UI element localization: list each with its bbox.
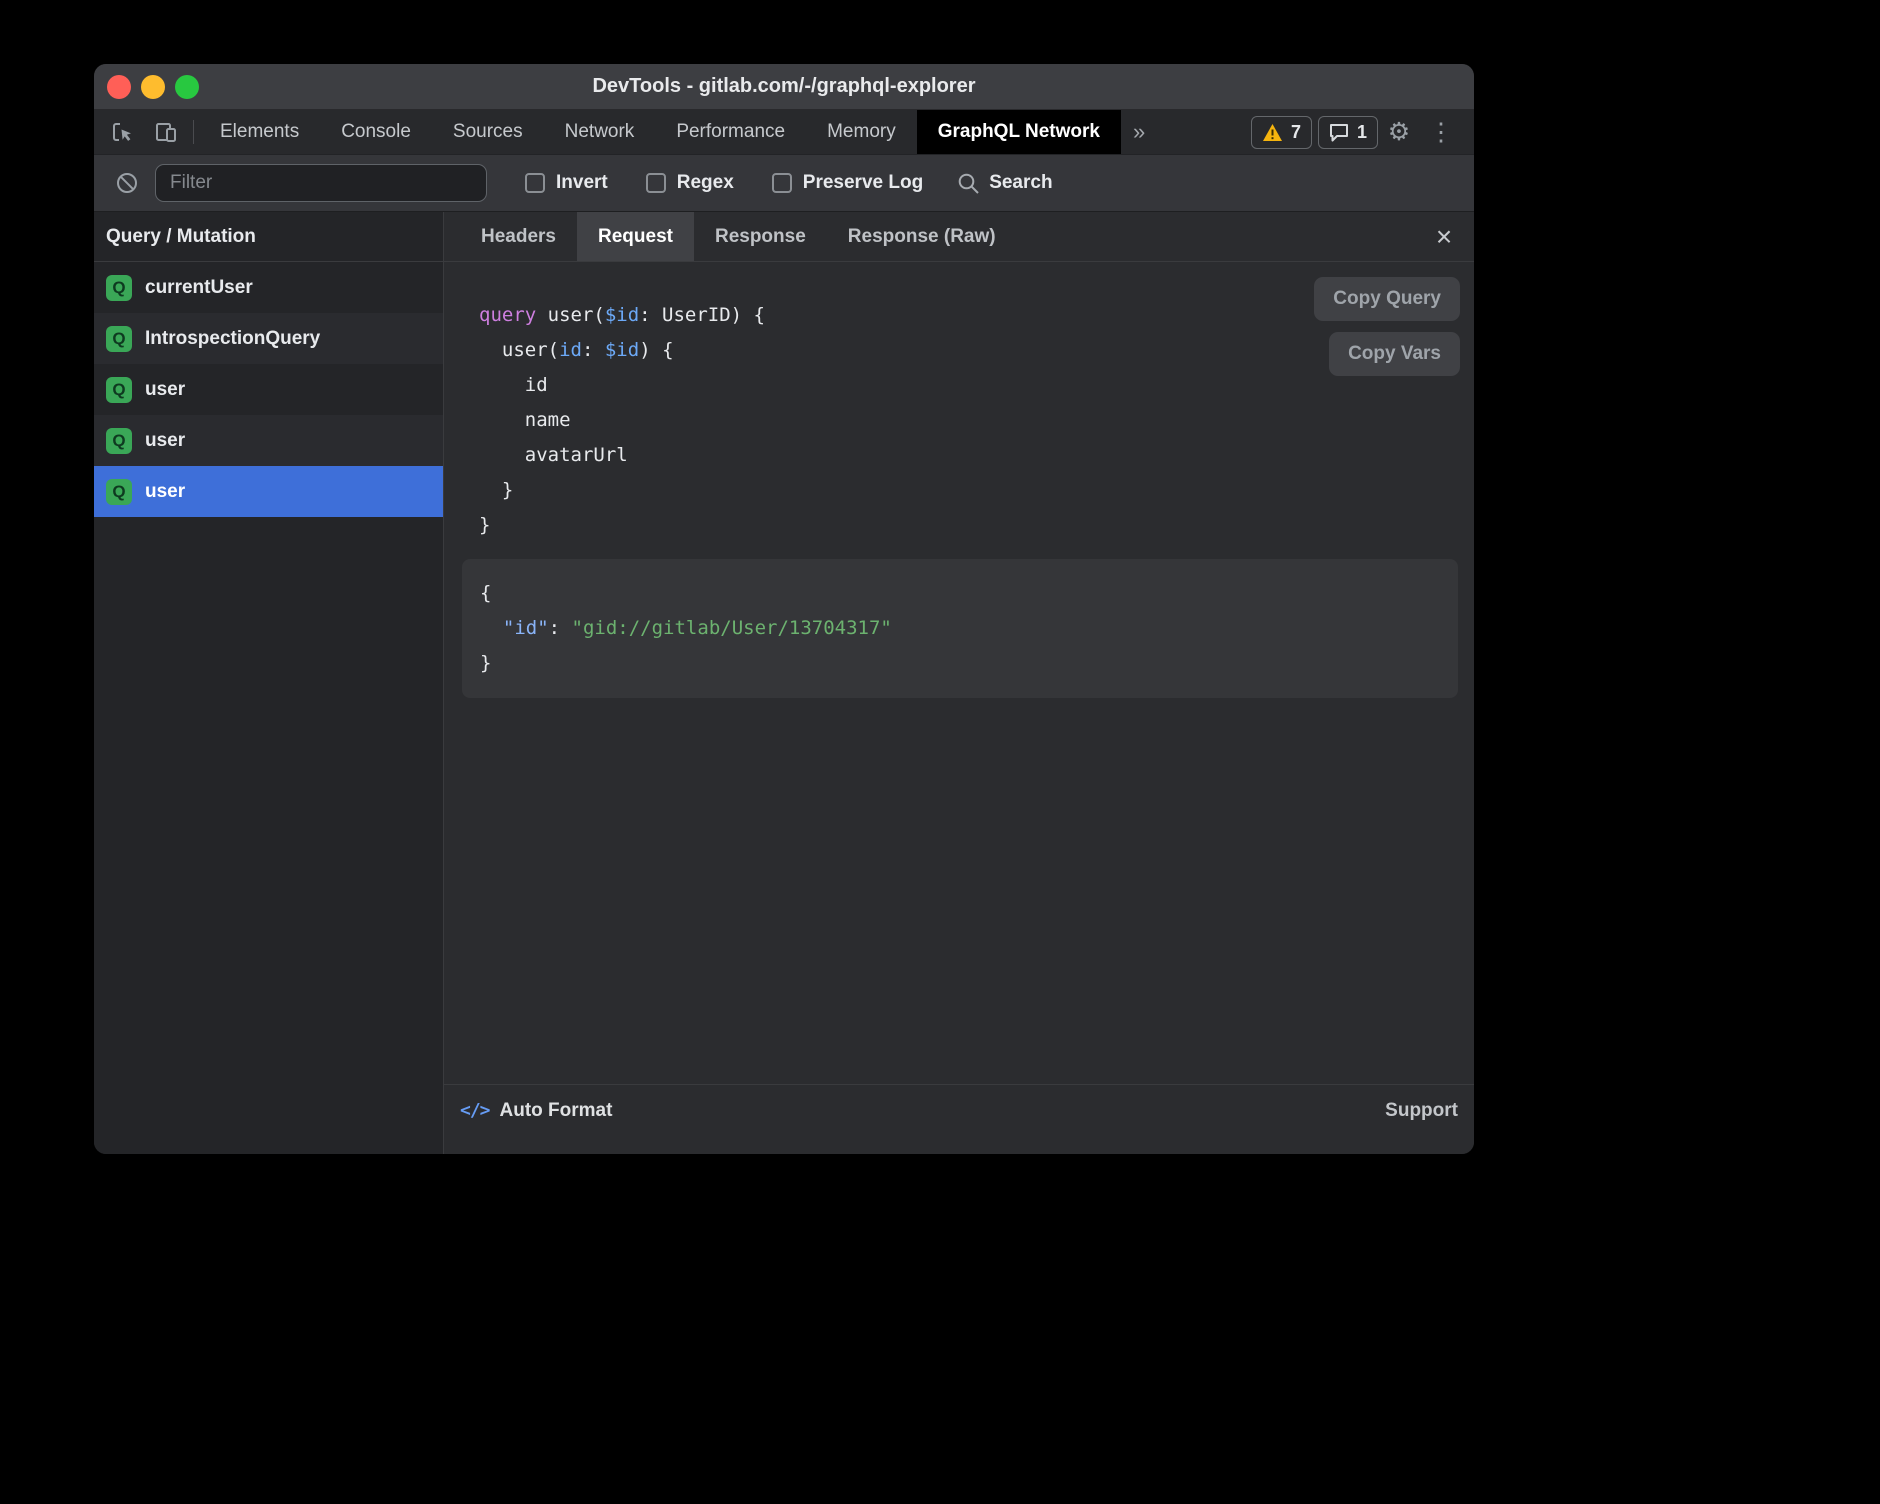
copy-query-button[interactable]: Copy Query xyxy=(1314,277,1460,321)
filter-input[interactable] xyxy=(155,164,487,202)
query-sidebar: Query / Mutation Q currentUser Q Introsp… xyxy=(94,212,444,1154)
auto-format-button[interactable]: Auto Format xyxy=(500,1100,613,1122)
inspect-icon xyxy=(109,119,135,145)
query-badge: Q xyxy=(106,428,132,454)
window-titlebar[interactable]: DevTools - gitlab.com/-/graphql-explorer xyxy=(94,64,1474,110)
query-badge: Q xyxy=(106,326,132,352)
traffic-lights xyxy=(94,75,199,99)
issues-count: 1 xyxy=(1357,122,1367,143)
query-list-item[interactable]: Q currentUser xyxy=(94,262,443,313)
clear-button[interactable] xyxy=(112,171,142,195)
query-badge: Q xyxy=(106,479,132,505)
request-query-code: query user($id: UserID) { user(id: $id) … xyxy=(462,298,1458,543)
traffic-light-close[interactable] xyxy=(107,75,131,99)
more-tabs-button[interactable]: » xyxy=(1121,110,1157,154)
query-list-item-selected[interactable]: Q user xyxy=(94,466,443,517)
chat-bubble-icon xyxy=(1329,123,1349,142)
checkbox-invert-label: Invert xyxy=(556,172,608,194)
copy-vars-button[interactable]: Copy Vars xyxy=(1329,332,1460,376)
warnings-badge[interactable]: 7 xyxy=(1251,116,1312,149)
checkbox-preserve-log[interactable]: Preserve Log xyxy=(772,172,923,194)
tab-performance[interactable]: Performance xyxy=(655,110,806,154)
traffic-light-zoom[interactable] xyxy=(175,75,199,99)
tab-sources[interactable]: Sources xyxy=(432,110,544,154)
close-icon: × xyxy=(1436,221,1452,253)
warnings-count: 7 xyxy=(1291,122,1301,143)
traffic-light-minimize[interactable] xyxy=(141,75,165,99)
checkbox-preserve-log-label: Preserve Log xyxy=(803,172,923,194)
tab-request[interactable]: Request xyxy=(577,212,694,261)
detail-pane: Headers Request Response Response (Raw) … xyxy=(444,212,1474,1154)
checkbox-regex-label: Regex xyxy=(677,172,734,194)
settings-button[interactable]: ⚙ xyxy=(1378,111,1420,153)
devtools-tabstrip: Elements Console Sources Network Perform… xyxy=(94,110,1474,155)
query-list-item[interactable]: Q user xyxy=(94,364,443,415)
block-icon xyxy=(115,171,139,195)
more-options-button[interactable]: ⋮ xyxy=(1420,111,1462,153)
device-toolbar-icon xyxy=(154,120,178,144)
query-list-item[interactable]: Q IntrospectionQuery xyxy=(94,313,443,364)
query-item-label: user xyxy=(145,481,185,503)
query-badge: Q xyxy=(106,275,132,301)
query-item-label: user xyxy=(145,430,185,452)
tab-headers[interactable]: Headers xyxy=(460,212,577,261)
code-icon: </> xyxy=(460,1100,490,1121)
tab-graphql-network[interactable]: GraphQL Network xyxy=(917,110,1121,154)
tabstrip-divider xyxy=(193,120,194,144)
tab-console[interactable]: Console xyxy=(320,110,432,154)
kebab-menu-icon: ⋮ xyxy=(1429,117,1454,147)
inspect-button[interactable] xyxy=(100,110,144,154)
checkbox-regex[interactable]: Regex xyxy=(646,172,734,194)
checkbox-regex-box[interactable] xyxy=(646,173,666,193)
warning-icon xyxy=(1262,123,1283,142)
chevron-overflow-icon: » xyxy=(1133,119,1145,145)
query-badge: Q xyxy=(106,377,132,403)
tab-elements[interactable]: Elements xyxy=(199,110,320,154)
query-list-item[interactable]: Q user xyxy=(94,415,443,466)
tab-memory[interactable]: Memory xyxy=(806,110,917,154)
tab-response[interactable]: Response xyxy=(694,212,827,261)
search-label: Search xyxy=(989,172,1052,194)
tab-network[interactable]: Network xyxy=(544,110,656,154)
search-toggle[interactable]: Search xyxy=(957,172,1052,195)
sidebar-header: Query / Mutation xyxy=(94,212,443,262)
query-item-label: user xyxy=(145,379,185,401)
gear-icon: ⚙ xyxy=(1388,117,1410,147)
support-link[interactable]: Support xyxy=(1385,1100,1458,1122)
status-badges: 7 1 xyxy=(1251,116,1378,149)
detail-footer: </> Auto Format Support xyxy=(444,1084,1474,1154)
devtools-window: DevTools - gitlab.com/-/graphql-explorer… xyxy=(94,64,1474,1154)
main-split: Query / Mutation Q currentUser Q Introsp… xyxy=(94,212,1474,1154)
request-variables-box: { "id": "gid://gitlab/User/13704317"} xyxy=(462,559,1458,698)
checkbox-preserve-log-box[interactable] xyxy=(772,173,792,193)
device-toolbar-button[interactable] xyxy=(144,110,188,154)
request-detail-body: query user($id: UserID) { user(id: $id) … xyxy=(444,262,1474,1084)
window-title: DevTools - gitlab.com/-/graphql-explorer xyxy=(94,75,1474,98)
tab-response-raw[interactable]: Response (Raw) xyxy=(827,212,1017,261)
copy-buttons: Copy Query Copy Vars xyxy=(1314,277,1460,376)
close-panel-button[interactable]: × xyxy=(1424,217,1464,257)
checkbox-invert-box[interactable] xyxy=(525,173,545,193)
query-item-label: IntrospectionQuery xyxy=(145,328,320,350)
query-item-label: currentUser xyxy=(145,277,253,299)
filter-toolbar: Invert Regex Preserve Log Search xyxy=(94,155,1474,212)
detail-tabbar: Headers Request Response Response (Raw) … xyxy=(444,212,1474,262)
search-icon xyxy=(957,172,980,195)
checkbox-invert[interactable]: Invert xyxy=(525,172,608,194)
issues-badge[interactable]: 1 xyxy=(1318,116,1378,149)
